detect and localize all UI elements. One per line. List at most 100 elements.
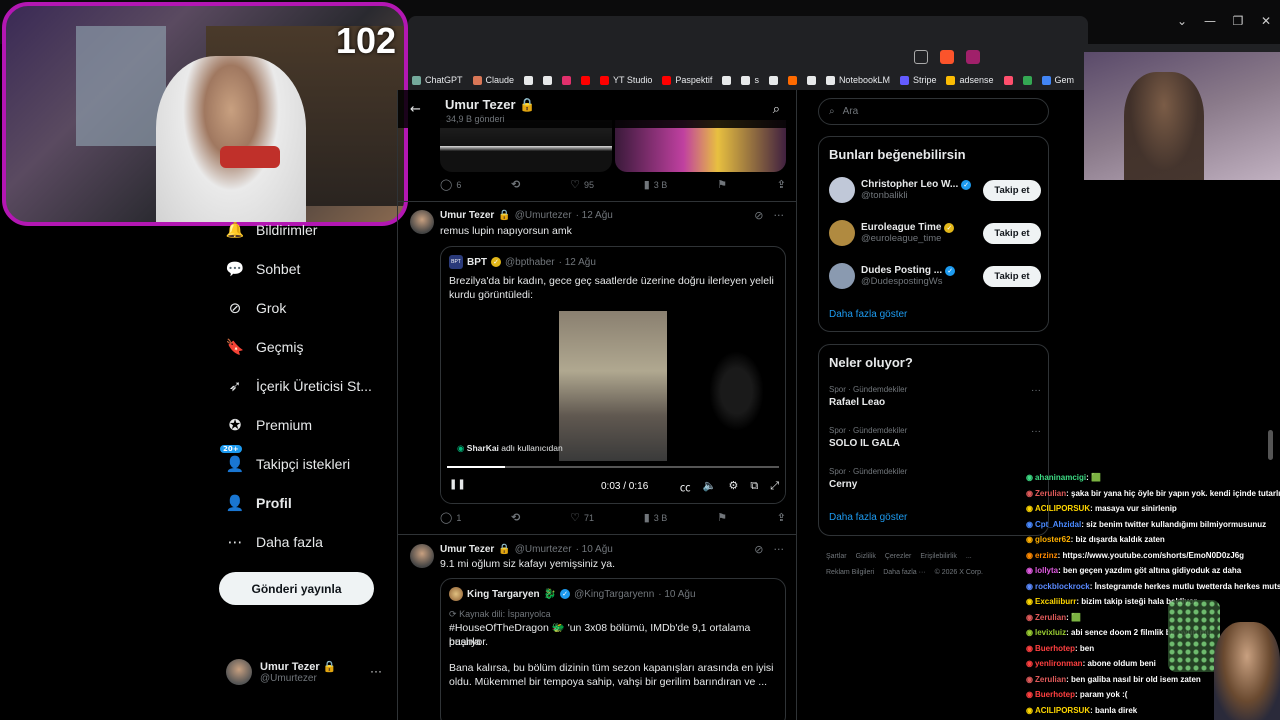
quoted-tweet[interactable]: BPT BPT ✓ @bpthaber · 12 Ağu Brezilya'da…: [440, 246, 786, 504]
more-icon[interactable]: ···: [774, 543, 785, 556]
bookmark-item[interactable]: NotebookLM: [825, 75, 890, 85]
scrollbar[interactable]: [1268, 430, 1273, 460]
chevron-down-icon[interactable]: ⌄: [1168, 14, 1196, 28]
footer-link[interactable]: Gizlilik: [856, 553, 876, 560]
grok-icon[interactable]: ⊘: [754, 543, 763, 556]
like-button[interactable]: ♡ 95: [570, 178, 594, 191]
retweet-button[interactable]: ⟲: [511, 178, 520, 191]
footer-link[interactable]: Daha fazla ···: [883, 569, 925, 576]
follow-button[interactable]: Takip et: [983, 222, 1041, 244]
suggestion-row[interactable]: Dudes Posting ... ✓ @DudespostingWs Takip e…: [829, 259, 1041, 293]
views-button[interactable]: ▮ 3 B: [644, 511, 668, 524]
tweet-author[interactable]: Umur Tezer: [440, 210, 494, 221]
bookmark-item[interactable]: [806, 75, 816, 85]
footer-link[interactable]: Şartlar: [826, 553, 847, 560]
like-button[interactable]: ♡ 71: [570, 511, 594, 524]
bookmark-item[interactable]: adsense: [946, 75, 994, 85]
tweet-date[interactable]: · 12 Ağu: [576, 210, 613, 221]
bookmark-item[interactable]: [562, 75, 572, 85]
tweet-author[interactable]: Umur Tezer: [440, 544, 494, 555]
tweet-handle[interactable]: @Umurtezer: [515, 210, 572, 221]
chat-username[interactable]: erzinz: [1035, 551, 1058, 560]
chat-username[interactable]: Excaliiburr: [1035, 597, 1076, 606]
share-button[interactable]: ⇪: [777, 511, 786, 524]
trend-item[interactable]: Spor · Gündemdekiler SOLO IL GALA ···: [829, 426, 1041, 449]
nav-item[interactable]: 👤 Profil: [218, 483, 396, 522]
nav-item[interactable]: ✪ Premium: [218, 405, 396, 444]
retweet-button[interactable]: ⟲: [511, 511, 520, 524]
nav-item[interactable]: 🔖 Geçmiş: [218, 327, 396, 366]
bookmark-button[interactable]: ⚑: [717, 511, 727, 524]
chat-username[interactable]: Zerulian: [1035, 489, 1066, 498]
settings-gear-icon[interactable]: ⚙: [728, 479, 738, 495]
bookmark-item[interactable]: Stripe: [899, 75, 936, 85]
more-icon[interactable]: ···: [1031, 385, 1041, 396]
pip-icon[interactable]: ⧉: [750, 479, 758, 495]
post-button[interactable]: Gönderi yayınla: [219, 572, 374, 605]
cast-icon[interactable]: [914, 50, 928, 64]
account-switcher[interactable]: Umur Tezer 🔒 @Umurtezer ···: [226, 656, 386, 688]
show-more-link[interactable]: Daha fazla göster: [829, 309, 907, 320]
footer-link[interactable]: Reklam Bilgileri: [826, 569, 874, 576]
reply-button[interactable]: ◯ 6: [440, 178, 461, 191]
chat-username[interactable]: Buerhotep: [1035, 644, 1075, 653]
bookmark-item[interactable]: [722, 75, 732, 85]
bookmark-item[interactable]: Claude: [472, 75, 514, 85]
brave-icon[interactable]: [940, 50, 954, 64]
restore-icon[interactable]: ❐: [1224, 14, 1252, 28]
fullscreen-icon[interactable]: ⤢: [770, 479, 779, 495]
close-icon[interactable]: ✕: [1252, 14, 1280, 28]
chat-username[interactable]: ACILIPORSUK: [1035, 706, 1090, 715]
show-more-link[interactable]: Daha fazla göster: [829, 512, 907, 523]
nav-item[interactable]: 👤 20+ Takipçi istekleri: [218, 444, 396, 483]
search-input[interactable]: ⌕ Ara: [818, 98, 1049, 125]
trend-item[interactable]: Spor · Gündemdekiler Rafael Leao ···: [829, 385, 1041, 408]
footer-link[interactable]: Çerezler: [885, 553, 911, 560]
views-button[interactable]: ▮ 3 B: [644, 178, 668, 191]
bookmark-button[interactable]: ⚑: [717, 178, 727, 191]
nav-item[interactable]: ⊘ Grok: [218, 288, 396, 327]
bookmark-item[interactable]: [543, 75, 553, 85]
bookmark-item[interactable]: [581, 75, 591, 85]
minimize-icon[interactable]: —: [1196, 14, 1224, 28]
volume-icon[interactable]: 🔈: [703, 479, 717, 495]
chat-username[interactable]: levixluiz: [1035, 628, 1066, 637]
bookmark-item[interactable]: ChatGPT: [412, 75, 463, 85]
video-frame[interactable]: [559, 311, 764, 461]
more-icon[interactable]: ···: [1031, 426, 1041, 437]
footer-link[interactable]: © 2026 X Corp.: [935, 569, 983, 576]
rewards-icon[interactable]: [966, 50, 980, 64]
chat-username[interactable]: gloster62: [1035, 535, 1071, 544]
chat-username[interactable]: Zerulian: [1035, 613, 1066, 622]
chat-username[interactable]: lollyta: [1035, 566, 1058, 575]
grok-icon[interactable]: ⊘: [754, 209, 763, 222]
suggestion-row[interactable]: Christopher Leo W... ✓ @tonbalikli Takip et: [829, 173, 1041, 207]
chat-username[interactable]: ahaninamcigi: [1035, 473, 1086, 482]
bookmark-item[interactable]: [524, 75, 534, 85]
bookmark-item[interactable]: [1003, 75, 1013, 85]
back-arrow-icon[interactable]: ←: [410, 102, 421, 117]
follow-button[interactable]: Takip et: [983, 179, 1041, 201]
active-tab[interactable]: [408, 16, 1088, 44]
avatar[interactable]: [410, 544, 434, 568]
trend-item[interactable]: Spor · Gündemdekiler Cerny: [829, 467, 1041, 490]
bookmark-item[interactable]: [787, 75, 797, 85]
bookmark-item[interactable]: Paspektif: [662, 75, 712, 85]
search-icon[interactable]: ⌕: [773, 102, 780, 117]
more-icon[interactable]: ···: [774, 209, 785, 222]
suggestion-row[interactable]: Euroleague Time ✓ @euroleague_time Takip et: [829, 216, 1041, 250]
tweet-date[interactable]: · 10 Ağu: [576, 544, 613, 555]
nav-item[interactable]: 💬 Sohbet: [218, 249, 396, 288]
chat-username[interactable]: rockblockrock: [1035, 582, 1090, 591]
nav-item[interactable]: ➶ İçerik Üreticisi St...: [218, 366, 396, 405]
share-button[interactable]: ⇪: [777, 178, 786, 191]
avatar[interactable]: [410, 210, 434, 234]
chat-username[interactable]: yenlironman: [1035, 659, 1083, 668]
bookmark-item[interactable]: [768, 75, 778, 85]
footer-link[interactable]: Erişilebilirlik: [920, 553, 957, 560]
tweet-handle[interactable]: @Umurtezer: [515, 544, 572, 555]
nav-item[interactable]: 🔔 Bildirimler: [218, 210, 396, 249]
bookmark-item[interactable]: Gem: [1041, 75, 1074, 85]
more-icon[interactable]: ···: [370, 664, 382, 678]
video-player[interactable]: ◉ SharKai adlı kullanıcıdan ❚❚ 0:03 / 0:…: [441, 309, 785, 503]
